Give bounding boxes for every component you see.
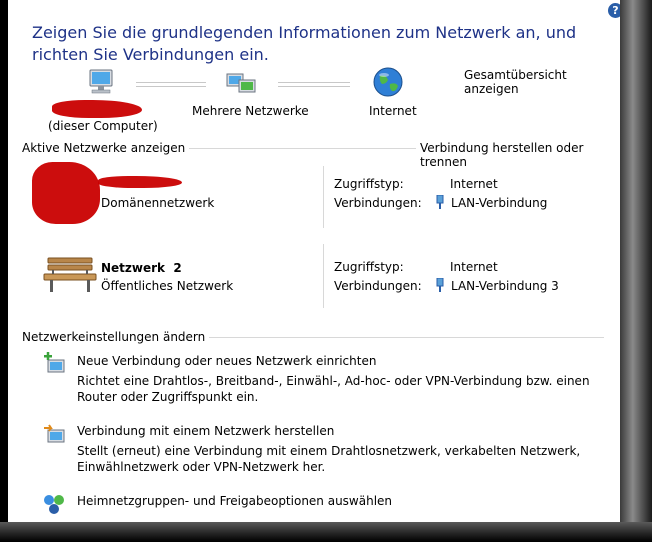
help-icon[interactable]: ?	[608, 3, 620, 18]
redaction-mark	[98, 176, 182, 188]
network-1-type: Domänennetzwerk	[101, 196, 215, 210]
network-2-access-value: Internet	[450, 260, 498, 274]
networks-icon[interactable]	[224, 68, 258, 98]
new-connection-desc: Richtet eine Drahtlos-, Breitband-, Einw…	[77, 374, 590, 404]
window-shadow-right	[620, 0, 652, 542]
globe-icon[interactable]	[372, 66, 404, 98]
new-connection-link[interactable]: Neue Verbindung oder neues Netzwerk einr…	[77, 354, 376, 368]
homegroup-link[interactable]: Heimnetzgruppen- und Freigabeoptionen au…	[77, 494, 392, 508]
network-2-type-link[interactable]: Öffentliches Netzwerk	[101, 279, 233, 293]
network-2-conn-label: Verbindungen:	[334, 279, 422, 293]
network-1-separator	[323, 166, 324, 228]
computer-icon[interactable]	[84, 68, 118, 98]
connect-network-icon	[42, 422, 66, 446]
internet-label: Internet	[369, 104, 417, 118]
network-2-separator	[323, 244, 324, 308]
network-1-connection-link[interactable]: LAN-Verbindung	[451, 196, 547, 210]
network-1-access-value: Internet	[450, 177, 498, 191]
ethernet-plug-icon	[436, 194, 444, 209]
park-bench-icon	[42, 254, 98, 294]
computer-label: (dieser Computer)	[48, 119, 158, 133]
new-connection-icon	[42, 352, 66, 376]
active-networks-header: Aktive Netzwerke anzeigen	[22, 141, 190, 155]
settings-header: Netzwerkeinstellungen ändern	[22, 330, 210, 344]
page-title: Zeigen Sie die grundlegenden Information…	[32, 23, 577, 64]
overview-link[interactable]: Gesamtübersicht anzeigen	[464, 68, 620, 96]
network-center-window: ? Zeigen Sie die grundlegenden Informati…	[8, 0, 620, 522]
network-2-access-label: Zugriffstyp:	[334, 260, 404, 274]
network-2-connection-link[interactable]: LAN-Verbindung 3	[451, 279, 559, 293]
map-connector-1	[136, 82, 206, 87]
window-shadow-bottom	[0, 522, 652, 542]
homegroup-icon	[42, 492, 66, 516]
redaction-mark	[52, 100, 142, 118]
connect-network-desc: Stellt (erneut) eine Verbindung mit eine…	[77, 444, 581, 474]
networks-label: Mehrere Netzwerke	[192, 104, 309, 118]
network-1-access-label: Zugriffstyp:	[334, 177, 404, 191]
network-2-name: Netzwerk 2	[101, 261, 182, 275]
network-1-conn-label: Verbindungen:	[334, 196, 422, 210]
connect-disconnect-link[interactable]: Verbindung herstellen oder trennen	[416, 141, 620, 169]
ethernet-plug-icon	[436, 277, 444, 292]
map-connector-2	[278, 82, 350, 87]
redaction-mark	[32, 162, 100, 224]
connect-network-link[interactable]: Verbindung mit einem Netzwerk herstellen	[77, 424, 334, 438]
